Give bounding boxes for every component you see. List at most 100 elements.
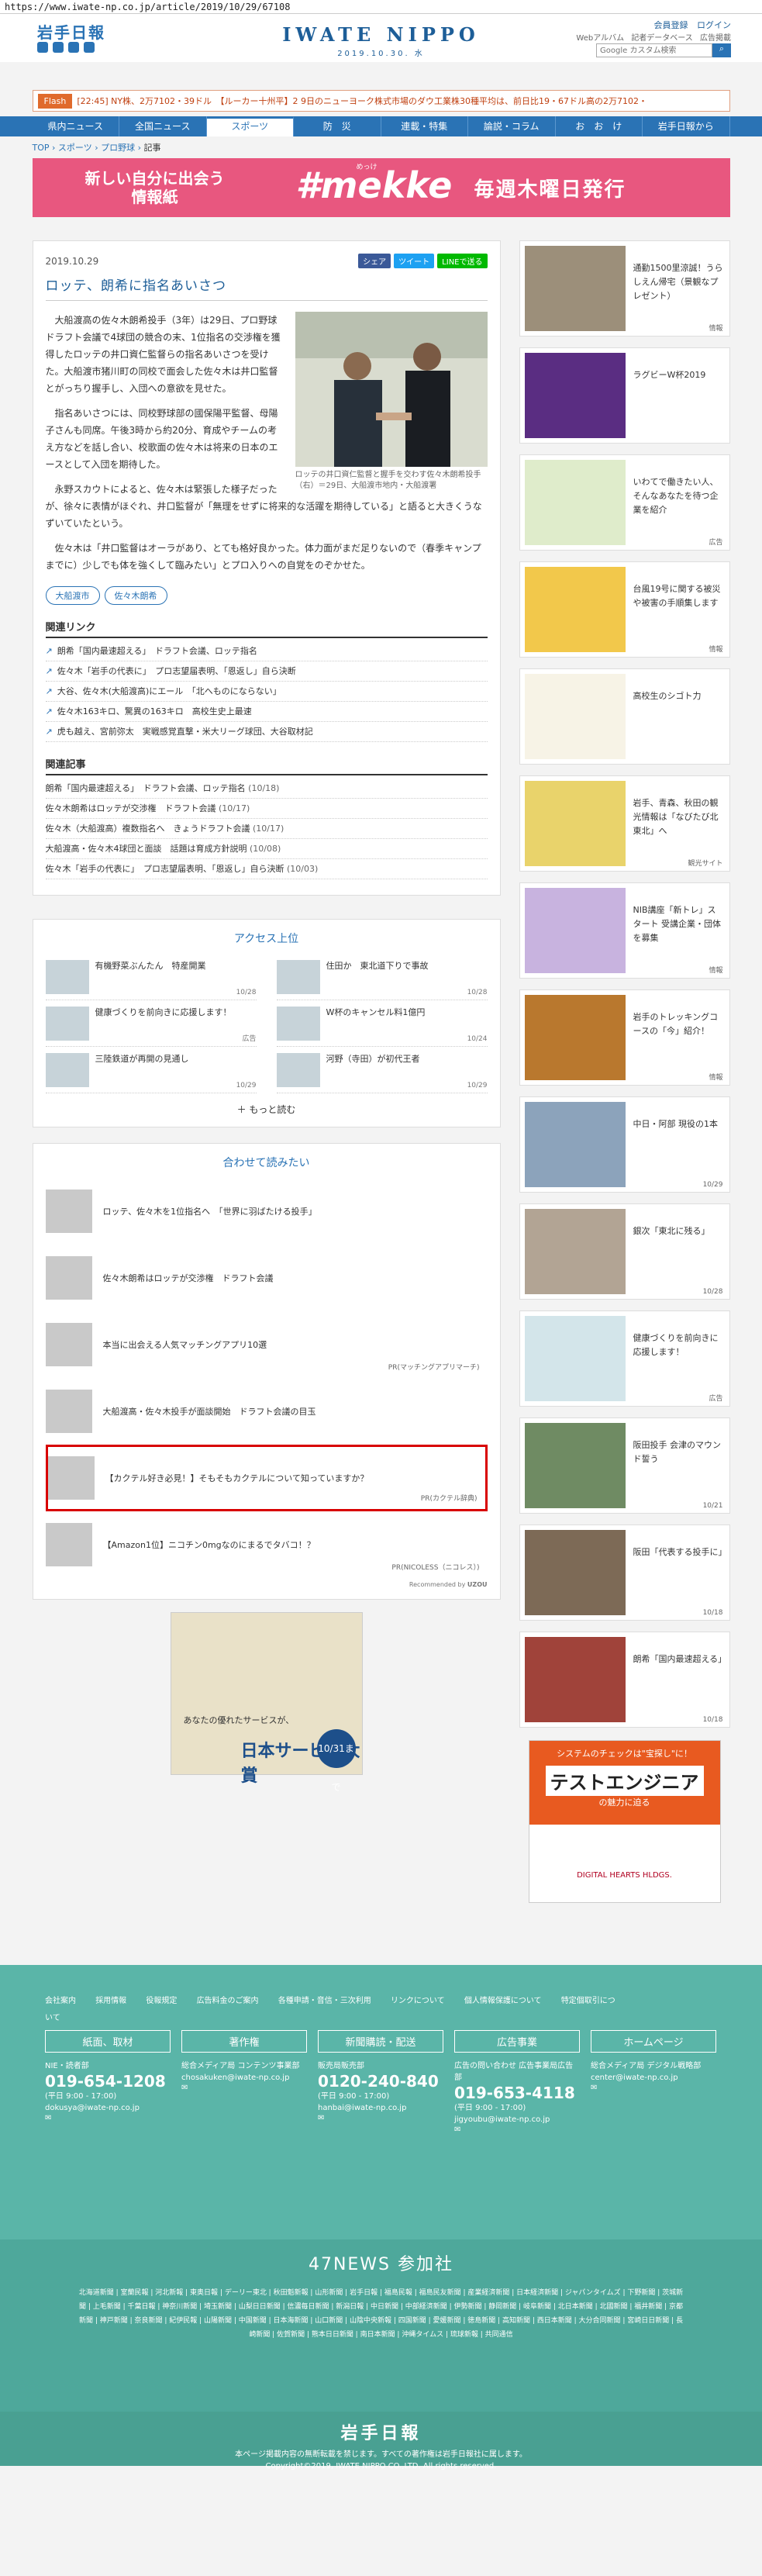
47news-list[interactable]: 北海道新聞 | 室蘭民報 | 河北新報 | 東奥日報 | デーリー東北 | 秋田… (78, 2286, 684, 2342)
footer-link[interactable]: 個人情報保護について (464, 1997, 542, 2005)
external-link-icon: ↗ (45, 666, 53, 676)
test-engineer-ad[interactable]: システムのチェックは"宝探し"に！ テストエンジニア の魅力に迫る DIGITA… (528, 1740, 721, 1903)
service-award-ad[interactable]: あなたの優れたサービスが、 日本サービス大賞 10/31まで (170, 1612, 363, 1793)
tag-ofunato[interactable]: 大船渡市 (45, 586, 100, 605)
ranking-item[interactable]: 三陸鉄道が再開の見通し 10/29 (45, 1047, 257, 1093)
sidebar-item[interactable]: 通勤1500里涼誠！うらしえん帰宅（景観なプレゼント） 情報 (519, 240, 730, 337)
related-link[interactable]: ↗ 佐々木163キロ、驚異の163キロ 高校生史上最速 (45, 702, 488, 722)
related-article[interactable]: 大船渡高・佐々木4球団と面談 話題は育成方針説明 (10/08) (45, 839, 488, 859)
ranking-item[interactable]: 健康づくりを前向きに応援します！ 広告 (45, 1000, 257, 1047)
sidebar-item[interactable]: 銀次「東北に残る」 10/28 (519, 1203, 730, 1300)
nav-from-paper[interactable]: 岩手日報から (643, 116, 730, 136)
nav-opinion[interactable]: 論説・コラム (468, 116, 556, 136)
photo-caption: ロッテの井口資仁監督と握手を交わす佐々木朗希投手（右）＝29日、大船渡市地内・大… (295, 471, 481, 490)
read-more-button[interactable]: ＋ もっと読む (46, 1103, 488, 1116)
related-link[interactable]: ↗ 大谷、佐々木(大船渡高)にエール 「北へものにならない」 (45, 682, 488, 702)
sidebar-item[interactable]: ラグビーW杯2019 (519, 347, 730, 444)
twitter-share-button[interactable]: ツイート (394, 254, 435, 268)
mail-icon[interactable]: ✉ (318, 2114, 443, 2122)
footer-link[interactable]: リンクについて (391, 1997, 445, 2005)
email-link[interactable]: chosakuken@iwate-np.co.jp (181, 2072, 307, 2084)
phone-number[interactable]: 0120-240-840 (318, 2072, 443, 2091)
recommend-item[interactable]: 大船渡高・佐々木投手が面談開始 ドラフト会議の目玉 (45, 1378, 488, 1445)
footer-logo[interactable]: 岩手日報 (0, 2419, 762, 2444)
footer-link[interactable]: 広告料金のご案内 (197, 1997, 259, 2005)
footer-link[interactable]: 各種申請・音信・三次利用 (278, 1997, 371, 2005)
crumb-sports[interactable]: スポーツ (58, 143, 92, 153)
nav-obituaries[interactable]: お お け (556, 116, 643, 136)
flash-news-bar: Flash [22:45] NY株、2万7102・39ドル 【ルーカー十州平】2… (32, 90, 730, 112)
related-article[interactable]: 佐々木（大船渡高）複数指名へ きょうドラフト会議 (10/17) (45, 819, 488, 839)
email-link[interactable]: dokusya@iwate-np.co.jp (45, 2102, 171, 2114)
line-share-button[interactable]: LINEで送る (437, 254, 488, 268)
sidebar-item[interactable]: 高校生のシゴト力 (519, 668, 730, 765)
phone-number[interactable]: 019-654-1208 (45, 2072, 171, 2091)
thumbnail (524, 888, 626, 973)
recommend-item[interactable]: ロッテ、佐々木を1位指名へ 「世界に羽ばたける投手」 (45, 1178, 488, 1245)
register-link[interactable]: 会員登録 (654, 20, 688, 30)
search-input[interactable] (596, 43, 712, 57)
login-link[interactable]: ログイン (697, 20, 731, 30)
tag-sasaki[interactable]: 佐々木朗希 (104, 586, 167, 605)
address-bar[interactable]: https://www.iwate-np.co.jp/article/2019/… (0, 0, 762, 14)
facebook-share-button[interactable]: シェア (358, 254, 391, 268)
flash-text[interactable]: [22:45] NY株、2万7102・39ドル 【ルーカー十州平】2 9日のニュ… (77, 95, 647, 107)
thumbnail (524, 353, 626, 438)
email-link[interactable]: center@iwate-np.co.jp (591, 2072, 716, 2084)
sidebar-item[interactable]: 岩手のトレッキングコースの「今」紹介！ 情報 (519, 989, 730, 1086)
footer-link[interactable]: 会社案内 (45, 1997, 76, 2005)
sidebar-item[interactable]: 阪田投手 会津のマウンド誓う 10/21 (519, 1417, 730, 1514)
crumb-baseball[interactable]: プロ野球 (101, 143, 135, 153)
sidebar-item[interactable]: 朗希「国内最速超える」 10/18 (519, 1632, 730, 1728)
mail-icon[interactable]: ✉ (45, 2114, 171, 2122)
related-article[interactable]: 佐々木朗希はロッテが交渉権 ドラフト会議 (10/17) (45, 799, 488, 819)
sidebar-item[interactable]: 中日・阿部 現役の1本 10/29 (519, 1096, 730, 1193)
nav-national-news[interactable]: 全国ニュース (119, 116, 207, 136)
plus-icon: ＋ (236, 1104, 247, 1115)
thumbnail (276, 960, 320, 994)
article-photo[interactable]: ロッテの井口資仁監督と握手を交わす佐々木朗希投手（右）＝29日、大船渡市地内・大… (295, 312, 488, 492)
mekke-banner[interactable]: 新しい自分に出会う 情報紙 めっけ #mekke 毎週木曜日発行 (32, 158, 730, 217)
phone-number[interactable]: 019-653-4118 (454, 2084, 580, 2102)
related-link[interactable]: ↗ 佐々木「岩手の代表に」 プロ志望届表明、「恩返し」自ら決断 (45, 661, 488, 682)
ranking-item[interactable]: W杯のキャンセル料1億円 10/24 (276, 1000, 488, 1047)
nav-local-news[interactable]: 県内ニュース (33, 116, 119, 136)
recommend-item[interactable]: 本当に出会える人気マッチングアプリ10選 PR(マッチングアプリマーチ) (45, 1311, 488, 1378)
related-link[interactable]: ↗ 虎も越え、宮前弥太 実戦感覚直撃・米大リーグ球団、大谷取材記 (45, 722, 488, 742)
recommend-item-highlighted[interactable]: 【カクテル好き必見！】そもそもカクテルについて知っていますか？ PR(カクテル辞典… (45, 1445, 488, 1511)
handshake-photo (295, 312, 488, 467)
recommend-item[interactable]: 佐々木朗希はロッテが交渉権 ドラフト会議 (45, 1245, 488, 1311)
footer-link[interactable]: 採用情報 (95, 1997, 126, 2005)
sidebar-item[interactable]: いわてで働きたい人、そんなあなたを待つ企業を紹介 広告 (519, 454, 730, 551)
mail-icon[interactable]: ✉ (591, 2084, 716, 2092)
ad-link[interactable]: 広告掲載 (700, 34, 731, 43)
related-article[interactable]: 佐々木「岩手の代表に」 プロ志望届表明、「恩返し」自ら決断 (10/03) (45, 859, 488, 879)
thumbnail (47, 1456, 95, 1500)
sidebar-item[interactable]: NIB講座「新トレ」スタート 受講企業・団体を募集 情報 (519, 882, 730, 979)
email-link[interactable]: hanbai@iwate-np.co.jp (318, 2102, 443, 2114)
reporter-db-link[interactable]: 記者データベース (631, 34, 693, 43)
crumb-top[interactable]: TOP (33, 143, 50, 153)
sidebar-item[interactable]: 健康づくりを前向きに応援します！ 広告 (519, 1310, 730, 1407)
recommend-item[interactable]: 【Amazon1位】ニコチン0mgなのにまるでタバコ！？ PR(NICOLESS（… (45, 1511, 488, 1578)
related-articles-list: 朗希「国内最速超える」 ドラフト会議、ロッテ指名 (10/18) 佐々木朗希はロ… (45, 779, 488, 879)
search-icon[interactable]: ⌕ (712, 43, 731, 57)
related-link[interactable]: ↗ 朗希「国内最速超える」 ドラフト会議、ロッテ指名 (45, 641, 488, 661)
sidebar-item[interactable]: 阪田「代表する投手に」 10/18 (519, 1525, 730, 1621)
nav-features[interactable]: 連載・特集 (381, 116, 468, 136)
email-link[interactable]: jigyoubu@iwate-np.co.jp (454, 2114, 580, 2125)
thumbnail (45, 960, 89, 994)
sidebar-item[interactable]: 岩手、青森、秋田の観光情報は「なびたび北東北」へ 観光サイト (519, 775, 730, 872)
mail-icon[interactable]: ✉ (181, 2084, 307, 2092)
footer-link[interactable]: 役報規定 (146, 1997, 177, 2005)
thumbnail (276, 1007, 320, 1041)
sidebar-item[interactable]: 台風19号に関する被災や被害の手順集します 情報 (519, 561, 730, 658)
web-album-link[interactable]: Webアルバム (576, 34, 624, 43)
nav-sports[interactable]: スポーツ (206, 116, 294, 136)
nav-disaster[interactable]: 防 災 (294, 116, 381, 136)
related-article[interactable]: 朗希「国内最速超える」 ドラフト会議、ロッテ指名 (10/18) (45, 779, 488, 799)
mail-icon[interactable]: ✉ (454, 2125, 580, 2134)
ranking-item[interactable]: 河野（寺田）が初代王者 10/29 (276, 1047, 488, 1093)
ranking-item[interactable]: 住田か 東北道下りで事故 10/28 (276, 954, 488, 1000)
ranking-item[interactable]: 有機野菜ぶんたん 特産開業 10/28 (45, 954, 257, 1000)
